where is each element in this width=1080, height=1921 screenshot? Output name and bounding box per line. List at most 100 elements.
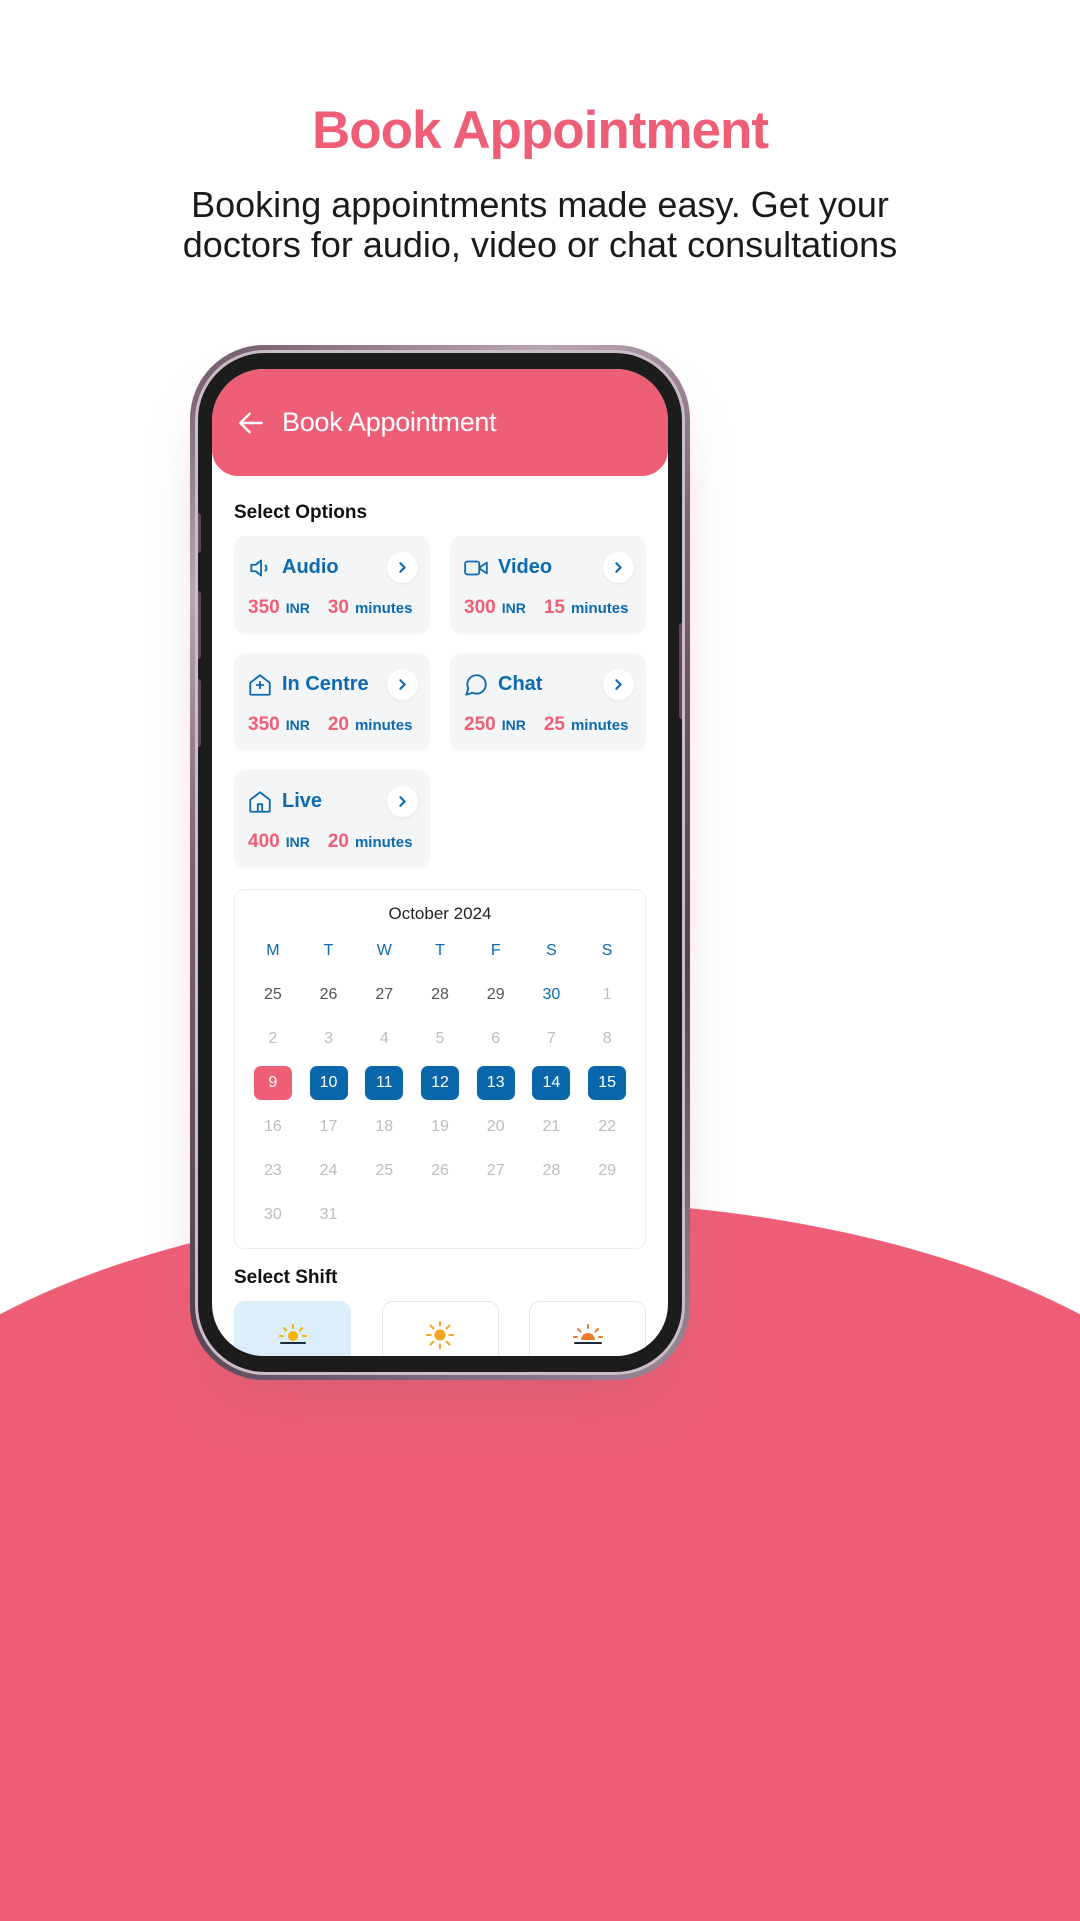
calendar-day[interactable]: 30 xyxy=(254,1198,292,1232)
chevron-right-icon[interactable] xyxy=(603,552,634,583)
calendar-day[interactable]: 25 xyxy=(254,978,292,1012)
calendar-cell xyxy=(356,1198,412,1232)
chevron-right-icon[interactable] xyxy=(603,669,634,700)
option-currency: INR xyxy=(285,717,310,733)
app-header: Book Appointment xyxy=(212,369,668,476)
calendar-day[interactable]: 16 xyxy=(254,1110,292,1144)
calendar-day[interactable]: 15 xyxy=(588,1066,627,1100)
option-currency: INR xyxy=(285,600,310,616)
option-currency: INR xyxy=(501,600,526,616)
select-shift-label: Select Shift xyxy=(234,1267,338,1288)
calendar-day[interactable]: 5 xyxy=(421,1022,459,1056)
calendar-day[interactable]: 29 xyxy=(477,978,515,1012)
arrow-left-icon[interactable] xyxy=(234,406,268,440)
calendar-day[interactable]: 13 xyxy=(476,1066,515,1100)
calendar-cell: 21 xyxy=(524,1110,580,1144)
option-card-audio[interactable]: Audio 350 INR 30 minutes xyxy=(234,536,430,633)
calendar-grid: M T W T F S S 25 26 27 28 29 30 1 2 3 4 5 6 7 8 9 10 11 1… xyxy=(245,938,635,1232)
option-duration: 20 xyxy=(327,831,349,852)
phone-power-button[interactable] xyxy=(679,623,682,719)
calendar-cell xyxy=(468,1198,524,1232)
calendar-cell: 23 xyxy=(245,1154,301,1188)
calendar-day[interactable]: 30 xyxy=(532,978,570,1012)
calendar-cell: 2 xyxy=(245,1022,301,1056)
option-currency: INR xyxy=(501,717,526,733)
calendar-day[interactable]: 29 xyxy=(588,1154,626,1188)
calendar-cell: 8 xyxy=(579,1022,635,1056)
calendar-day[interactable]: 18 xyxy=(365,1110,403,1144)
calendar-dow: S xyxy=(546,942,557,959)
calendar-day[interactable]: 12 xyxy=(420,1066,459,1100)
calendar-cell: 20 xyxy=(468,1110,524,1144)
calendar-day[interactable]: 8 xyxy=(588,1022,626,1056)
option-name: Video xyxy=(498,556,553,578)
calendar-day[interactable]: 14 xyxy=(532,1066,571,1100)
calendar-cell: 16 xyxy=(245,1110,301,1144)
calendar-day[interactable]: 28 xyxy=(532,1154,570,1188)
shift-option-evening[interactable]: Evening xyxy=(529,1301,646,1356)
calendar-day[interactable]: 9 xyxy=(253,1066,292,1100)
option-card-chat[interactable]: Chat 250 INR 25 minutes xyxy=(450,653,646,750)
option-duration: 25 xyxy=(543,714,565,735)
calendar-cell: 28 xyxy=(412,978,468,1012)
shift-option-afternoon[interactable]: Afternoon xyxy=(381,1301,499,1357)
option-meta: 250 INR 25 minutes xyxy=(462,714,634,736)
chevron-right-icon[interactable] xyxy=(387,552,418,583)
calendar-day[interactable]: 22 xyxy=(588,1110,626,1144)
calendar-day[interactable]: 31 xyxy=(310,1198,348,1232)
calendar-day[interactable]: 17 xyxy=(310,1110,348,1144)
calendar-day[interactable]: 11 xyxy=(365,1066,404,1100)
calendar-day[interactable]: 27 xyxy=(477,1154,515,1188)
calendar-cell: 26 xyxy=(301,978,357,1012)
phone-mute-switch[interactable] xyxy=(198,513,201,553)
option-duration-unit: minutes xyxy=(570,600,629,617)
option-price: 350 xyxy=(248,597,280,618)
phone-bezel: Book Appointment Select Options Audio 35… xyxy=(198,353,682,1372)
calendar-day[interactable]: 7 xyxy=(532,1022,570,1056)
page-subtitle: Booking appointments made easy. Get your… xyxy=(182,184,898,265)
calendar-day[interactable]: 28 xyxy=(421,978,459,1012)
calendar-day[interactable]: 23 xyxy=(254,1154,292,1188)
calendar-day[interactable]: 26 xyxy=(421,1154,459,1188)
option-price: 350 xyxy=(248,714,280,735)
calendar-day[interactable]: 3 xyxy=(310,1022,348,1056)
calendar-cell: 25 xyxy=(245,978,301,1012)
calendar-dow: T xyxy=(323,942,334,959)
calendar-day[interactable]: 6 xyxy=(477,1022,515,1056)
calendar-day[interactable]: 27 xyxy=(365,978,403,1012)
calendar-day[interactable]: 4 xyxy=(365,1022,403,1056)
calendar-day[interactable]: 26 xyxy=(310,978,348,1012)
home-icon xyxy=(246,788,273,815)
calendar-cell: 25 xyxy=(356,1154,412,1188)
shift-option-morning[interactable]: Morning xyxy=(234,1301,351,1356)
shift-name: Morning xyxy=(265,1356,319,1357)
shift-name: Evening xyxy=(560,1356,614,1357)
option-card-live[interactable]: Live 400 INR 20 minutes xyxy=(234,770,430,867)
phone-volume-up-button[interactable] xyxy=(198,591,201,659)
calendar-day[interactable]: 21 xyxy=(532,1110,570,1144)
option-name: Audio xyxy=(282,556,339,578)
page-root: Book Appointment Booking appointments ma… xyxy=(0,0,1080,1921)
option-card-in-centre[interactable]: In Centre 350 INR 20 minutes xyxy=(234,653,430,750)
calendar-day[interactable]: 2 xyxy=(254,1022,292,1056)
phone-volume-down-button[interactable] xyxy=(198,679,201,747)
option-currency: INR xyxy=(285,834,310,850)
sun-icon xyxy=(423,1320,457,1349)
chevron-right-icon[interactable] xyxy=(387,786,418,817)
chevron-right-icon[interactable] xyxy=(387,669,418,700)
page-title: Book Appointment xyxy=(311,101,769,160)
calendar-cell: 24 xyxy=(301,1154,357,1188)
option-price: 300 xyxy=(464,597,496,618)
shift-name: Afternoon xyxy=(407,1356,472,1357)
option-card-video[interactable]: Video 300 INR 15 minutes xyxy=(450,536,646,633)
calendar-day[interactable]: 1 xyxy=(588,978,626,1012)
calendar-day[interactable]: 20 xyxy=(477,1110,515,1144)
calendar-day[interactable]: 25 xyxy=(365,1154,403,1188)
calendar-day[interactable]: 19 xyxy=(421,1110,459,1144)
calendar-day[interactable]: 24 xyxy=(310,1154,348,1188)
select-options-label: Select Options xyxy=(234,502,368,523)
calendar-day[interactable]: 10 xyxy=(309,1066,348,1100)
calendar-dow: S xyxy=(601,942,613,959)
calendar-dow: F xyxy=(490,942,501,959)
app-content: Select Options Audio 350 INR 30 minutes … xyxy=(212,476,668,1356)
